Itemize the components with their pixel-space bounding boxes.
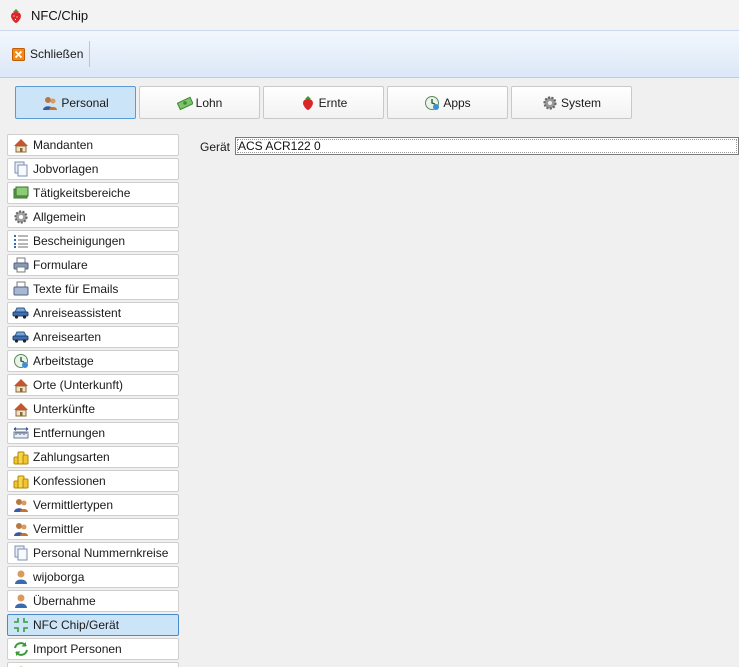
nfc-icon xyxy=(12,617,29,633)
module-ernte-label: Ernte xyxy=(318,95,348,110)
sidebar-item-nfc-chip-geraet[interactable]: NFC Chip/Gerät xyxy=(7,614,179,636)
module-apps[interactable]: Apps xyxy=(387,86,508,119)
sidebar-item-unterkuenfte[interactable]: Unterkünfte xyxy=(7,398,179,420)
sidebar-item-anreiseassistent[interactable]: Anreiseassistent xyxy=(7,302,179,324)
sidebar-item-partial[interactable] xyxy=(7,662,179,667)
sidebar-item-arbeitstage[interactable]: Arbeitstage xyxy=(7,350,179,372)
device-label: Gerät xyxy=(200,140,231,154)
close-icon xyxy=(12,47,25,61)
house-icon xyxy=(12,137,29,153)
house-icon xyxy=(12,377,29,393)
ruler-icon xyxy=(12,425,29,441)
sidebar-item-zahlungsarten[interactable]: Zahlungsarten xyxy=(7,446,179,468)
module-apps-label: Apps xyxy=(443,95,471,110)
car-icon xyxy=(12,305,29,321)
sidebar-item-bescheinigungen[interactable]: Bescheinigungen xyxy=(7,230,179,252)
sidebar-item-vermittler[interactable]: Vermittler xyxy=(7,518,179,540)
car-icon xyxy=(12,329,29,345)
mail-icon xyxy=(12,281,29,297)
sidebar: Mandanten Jobvorlagen Tätigkeitsbereiche… xyxy=(7,134,179,667)
module-ernte[interactable]: Ernte xyxy=(263,86,384,119)
copy-icon xyxy=(12,161,29,177)
clock-icon xyxy=(424,95,440,111)
gear-icon xyxy=(542,95,558,111)
sidebar-item-mandanten[interactable]: Mandanten xyxy=(7,134,179,156)
ribbon-toolbar: Schließen xyxy=(0,30,739,78)
window-titlebar: NFC/Chip xyxy=(0,0,739,30)
module-personal-label: Personal xyxy=(61,95,109,110)
sidebar-item-konfessionen[interactable]: Konfessionen xyxy=(7,470,179,492)
user-icon xyxy=(12,569,29,585)
sidebar-item-jobvorlagen[interactable]: Jobvorlagen xyxy=(7,158,179,180)
device-field[interactable] xyxy=(235,137,739,155)
refresh-icon xyxy=(12,641,29,657)
sidebar-item-personal-nummernkreise[interactable]: Personal Nummernkreise xyxy=(7,542,179,564)
house-icon xyxy=(12,401,29,417)
people-icon xyxy=(12,497,29,513)
sidebar-item-formulare[interactable]: Formulare xyxy=(7,254,179,276)
sidebar-item-anreisearten[interactable]: Anreisearten xyxy=(7,326,179,348)
sidebar-item-vermittlertypen[interactable]: Vermittlertypen xyxy=(7,494,179,516)
module-system[interactable]: System xyxy=(511,86,632,119)
module-lohn[interactable]: Lohn xyxy=(139,86,260,119)
printer-icon xyxy=(12,257,29,273)
list-icon xyxy=(12,233,29,249)
gear-icon xyxy=(12,209,29,225)
people-icon xyxy=(12,521,29,537)
strawberry-icon xyxy=(300,95,316,111)
close-button-label: Schließen xyxy=(30,47,84,61)
sidebar-item-uebernahme[interactable]: Übernahme xyxy=(7,590,179,612)
user-icon xyxy=(12,593,29,609)
coins-icon xyxy=(12,473,29,489)
money-icon xyxy=(176,95,193,111)
cash-icon xyxy=(12,185,29,201)
sidebar-item-import-personen[interactable]: Import Personen xyxy=(7,638,179,660)
sidebar-item-orte-unterkunft[interactable]: Orte (Unterkunft) xyxy=(7,374,179,396)
sidebar-item-allgemein[interactable]: Allgemein xyxy=(7,206,179,228)
window-title: NFC/Chip xyxy=(31,7,89,23)
sidebar-item-wijoborga[interactable]: wijoborga xyxy=(7,566,179,588)
module-system-label: System xyxy=(560,95,601,110)
sidebar-item-entfernungen[interactable]: Entfernungen xyxy=(7,422,179,444)
sidebar-item-texte-emails[interactable]: Texte für Emails xyxy=(7,278,179,300)
people-icon xyxy=(42,95,58,111)
copy-icon xyxy=(12,545,29,561)
module-lohn-label: Lohn xyxy=(195,95,223,110)
coins-icon xyxy=(12,449,29,465)
sidebar-item-taetigkeitsbereiche[interactable]: Tätigkeitsbereiche xyxy=(7,182,179,204)
clock-icon xyxy=(12,353,29,369)
close-button[interactable]: Schließen xyxy=(8,41,91,67)
module-bar: Personal Lohn Ernte Apps System xyxy=(15,86,635,119)
strawberry-icon xyxy=(9,7,23,23)
module-personal[interactable]: Personal xyxy=(15,86,136,119)
